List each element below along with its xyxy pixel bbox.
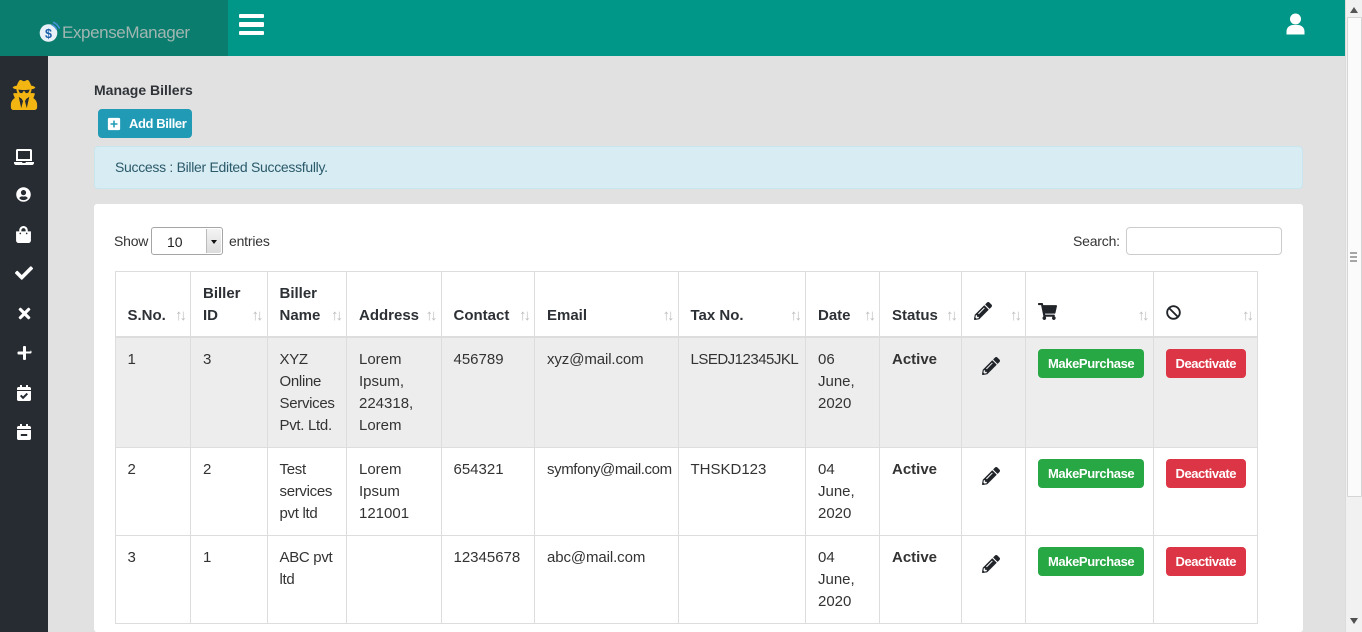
svg-text:$: $ bbox=[45, 27, 52, 41]
